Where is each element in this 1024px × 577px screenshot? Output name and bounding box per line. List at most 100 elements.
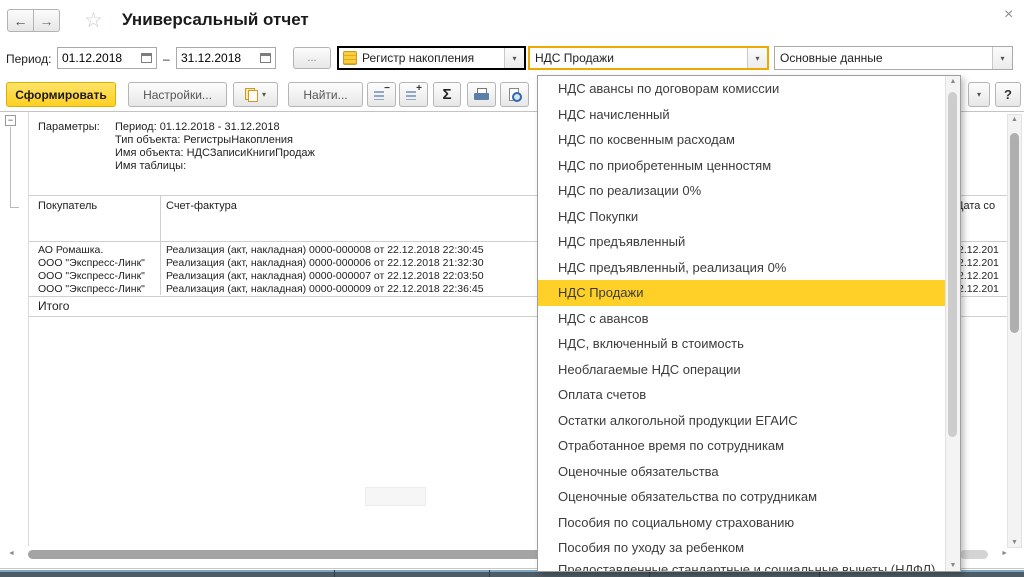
dropdown-item[interactable]: Оценочные обязательства по сотрудникам: [538, 484, 945, 510]
dropdown-item[interactable]: НДС по приобретенным ценностям: [538, 153, 945, 179]
dropdown-item[interactable]: НДС по косвенным расходам: [538, 127, 945, 153]
cell-buyer[interactable]: ООО "Экспресс-Линк": [38, 270, 145, 282]
sum-button[interactable]: Σ: [433, 82, 461, 107]
param-table-name: Имя таблицы:: [115, 160, 186, 172]
dropdown-scrollbar[interactable]: ▲ ▼: [945, 76, 960, 571]
column-separator: [160, 196, 161, 295]
total-row-label[interactable]: Итого: [38, 299, 69, 313]
period-more-button[interactable]: ...: [293, 47, 331, 69]
printer-icon: [474, 88, 489, 101]
scroll-up-icon[interactable]: ▲: [1008, 116, 1021, 123]
taskbar-segment[interactable]: [335, 570, 490, 577]
scroll-right-icon[interactable]: ►: [1001, 550, 1008, 557]
dropdown-item[interactable]: НДС авансы по договорам комиссии: [538, 76, 945, 102]
date-from-field[interactable]: [57, 47, 157, 69]
dropdown-item-clipped[interactable]: Предоставленные стандартные и социальные…: [538, 561, 945, 572]
scroll-down-icon[interactable]: ▼: [1008, 539, 1021, 546]
chevron-down-icon[interactable]: ▾: [504, 48, 524, 68]
scroll-down-icon[interactable]: ▼: [946, 562, 960, 569]
collapse-groups-icon: [374, 88, 389, 102]
cell-invoice[interactable]: Реализация (акт, накладная) 0000-000007 …: [166, 270, 484, 282]
object-type-value: Регистр накопления: [357, 51, 504, 65]
collapse-groups-button[interactable]: [367, 82, 396, 107]
date-from-calendar-button[interactable]: [137, 48, 156, 68]
column-header-invoice: Счет-фактура: [166, 200, 237, 212]
cell-invoice[interactable]: Реализация (акт, накладная) 0000-000009 …: [166, 283, 484, 295]
dropdown-item[interactable]: Оценочные обязательства: [538, 459, 945, 485]
group-bracket-line: [10, 127, 11, 207]
cell-invoice[interactable]: Реализация (акт, накладная) 0000-000006 …: [166, 257, 484, 269]
object-name-dropdown: НДС авансы по договорам комиссии НДС нач…: [537, 75, 961, 572]
more-commands-button[interactable]: ▾: [968, 82, 990, 107]
dropdown-item[interactable]: НДС с авансов: [538, 306, 945, 332]
cell-invoice[interactable]: Реализация (акт, накладная) 0000-000008 …: [166, 244, 484, 256]
cell-date[interactable]: 2.12.201: [958, 270, 999, 282]
cell-date[interactable]: 2.12.201: [958, 244, 999, 256]
sheet-left-border: [28, 112, 29, 546]
settings-button[interactable]: Настройки...: [128, 82, 227, 107]
page-title: Универсальный отчет: [122, 10, 309, 30]
object-type-combobox[interactable]: Регистр накопления ▾: [337, 46, 526, 70]
back-icon: ←: [14, 13, 28, 29]
print-button[interactable]: [467, 82, 496, 107]
column-header-date-clipped: Дата со: [956, 200, 995, 212]
expand-groups-button[interactable]: [399, 82, 428, 107]
forward-button[interactable]: →: [33, 9, 60, 32]
print-preview-button[interactable]: [500, 82, 529, 107]
object-name-value: НДС Продажи: [530, 51, 747, 65]
dropdown-item-list: НДС авансы по договорам комиссии НДС нач…: [538, 76, 945, 571]
dropdown-item[interactable]: НДС предъявленный: [538, 229, 945, 255]
generate-button[interactable]: Сформировать: [6, 82, 116, 107]
column-header-buyer: Покупатель: [38, 200, 97, 212]
dropdown-item[interactable]: НДС, включенный в стоимость: [538, 331, 945, 357]
universal-report-window: ← → ☆ Универсальный отчет × Период: – ..…: [0, 0, 1024, 577]
group-collapse-box[interactable]: −: [5, 115, 16, 126]
cell-date[interactable]: 2.12.201: [958, 283, 999, 295]
dropdown-item[interactable]: Пособия по уходу за ребенком: [538, 535, 945, 561]
vertical-scrollbar[interactable]: ▲ ▼: [1007, 114, 1022, 548]
param-period: Период: 01.12.2018 - 31.12.2018: [115, 121, 280, 133]
back-button[interactable]: ←: [7, 9, 34, 32]
date-from-input[interactable]: [58, 48, 137, 68]
dropdown-scrollbar-thumb[interactable]: [948, 92, 957, 437]
cell-buyer[interactable]: ООО "Экспресс-Линк": [38, 283, 145, 295]
favorite-star-icon[interactable]: ☆: [84, 8, 103, 33]
table-kind-combobox[interactable]: Основные данные ▾: [774, 46, 1013, 70]
date-to-input[interactable]: [177, 48, 256, 68]
calendar-icon: [141, 53, 152, 63]
table-kind-value: Основные данные: [775, 51, 992, 65]
dropdown-item[interactable]: Необлагаемые НДС операции: [538, 357, 945, 383]
chevron-down-icon[interactable]: ▾: [747, 48, 767, 68]
dropdown-item[interactable]: НДС по реализации 0%: [538, 178, 945, 204]
report-variants-button[interactable]: ▾: [233, 82, 278, 107]
taskbar-segment[interactable]: [0, 570, 335, 577]
dropdown-item-selected[interactable]: НДС Продажи: [538, 280, 945, 306]
close-icon[interactable]: ×: [1004, 6, 1013, 24]
preview-icon: [508, 88, 522, 102]
vertical-scrollbar-thumb[interactable]: [1010, 133, 1019, 333]
period-dash: –: [163, 52, 170, 66]
copy-documents-icon: [245, 88, 258, 101]
dropdown-item[interactable]: Остатки алкогольной продукции ЕГАИС: [538, 408, 945, 434]
scroll-up-icon[interactable]: ▲: [946, 78, 960, 85]
dropdown-item[interactable]: НДС предъявленный, реализация 0%: [538, 255, 945, 281]
calendar-icon: [260, 53, 271, 63]
date-to-calendar-button[interactable]: [256, 48, 275, 68]
help-button[interactable]: ?: [995, 82, 1021, 107]
dropdown-item[interactable]: НДС начисленный: [538, 102, 945, 128]
chevron-down-icon: ▾: [262, 90, 266, 99]
chevron-down-icon[interactable]: ▾: [992, 47, 1012, 69]
cell-buyer[interactable]: ООО "Экспресс-Линк": [38, 257, 145, 269]
dropdown-item[interactable]: НДС Покупки: [538, 204, 945, 230]
accumulation-register-icon: [343, 51, 357, 65]
cell-date[interactable]: 2.12.201: [958, 257, 999, 269]
scroll-left-icon[interactable]: ◄: [8, 550, 15, 557]
cell-buyer[interactable]: АО Ромашка.: [38, 244, 103, 256]
dropdown-item[interactable]: Оплата счетов: [538, 382, 945, 408]
find-button[interactable]: Найти...: [288, 82, 363, 107]
dropdown-item[interactable]: Пособия по социальному страхованию: [538, 510, 945, 536]
date-to-field[interactable]: [176, 47, 276, 69]
object-name-combobox[interactable]: НДС Продажи ▾: [528, 46, 769, 70]
horizontal-scrollbar-end[interactable]: [960, 550, 988, 559]
dropdown-item[interactable]: Отработанное время по сотрудникам: [538, 433, 945, 459]
